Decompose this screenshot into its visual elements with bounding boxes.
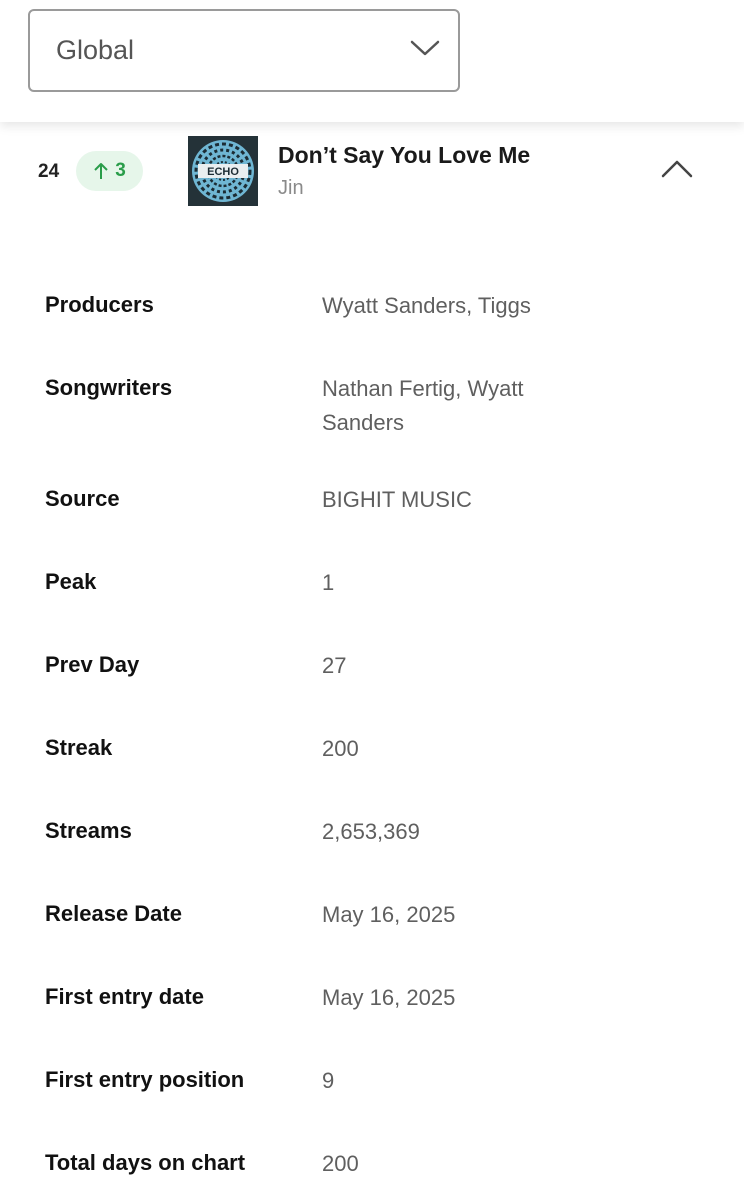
detail-label-first-entry-position: First entry position	[45, 1067, 245, 1092]
detail-value-peak: 1	[322, 570, 335, 595]
movement-amount: 3	[115, 160, 126, 181]
detail-value-streams: 2,653,369	[322, 819, 420, 844]
detail-label-producers: Producers	[45, 292, 154, 317]
album-cover: ECHO	[188, 136, 258, 206]
region-select-value: Global	[56, 35, 135, 65]
arrow-up-icon	[94, 163, 108, 179]
detail-label-peak: Peak	[45, 569, 97, 594]
detail-label-streams: Streams	[45, 818, 132, 843]
detail-value-songwriters: Nathan Fertig, Wyatt Sanders	[322, 376, 524, 435]
cover-text: ECHO	[207, 166, 239, 178]
detail-label-total-days: Total days on chart	[45, 1150, 246, 1175]
detail-label-songwriters: Songwriters	[45, 375, 173, 400]
chevron-down-icon	[410, 40, 440, 56]
region-select[interactable]: Global	[28, 9, 460, 92]
song-title: Don’t Say You Love Me	[278, 142, 531, 168]
detail-value-prev-day: 27	[322, 653, 347, 678]
rank-number: 24	[38, 161, 60, 182]
movement-badge: 3	[76, 151, 143, 191]
detail-value-streak: 200	[322, 736, 359, 761]
detail-value-first-entry-position: 9	[322, 1068, 335, 1093]
detail-value-total-days: 200	[322, 1151, 359, 1176]
detail-label-release-date: Release Date	[45, 901, 182, 926]
chevron-up-icon[interactable]	[660, 158, 694, 180]
detail-label-source: Source	[45, 486, 120, 511]
detail-value-first-entry-date: May 16, 2025	[322, 985, 456, 1010]
detail-value-producers: Wyatt Sanders, Tiggs	[322, 293, 531, 318]
detail-value-release-date: May 16, 2025	[322, 902, 456, 927]
detail-label-prev-day: Prev Day	[45, 652, 140, 677]
detail-value-source: BIGHIT MUSIC	[322, 487, 472, 512]
artist-name: Jin	[278, 177, 304, 199]
detail-label-streak: Streak	[45, 735, 113, 760]
top-bar: Global	[0, 0, 744, 122]
detail-label-first-entry-date: First entry date	[45, 984, 204, 1009]
